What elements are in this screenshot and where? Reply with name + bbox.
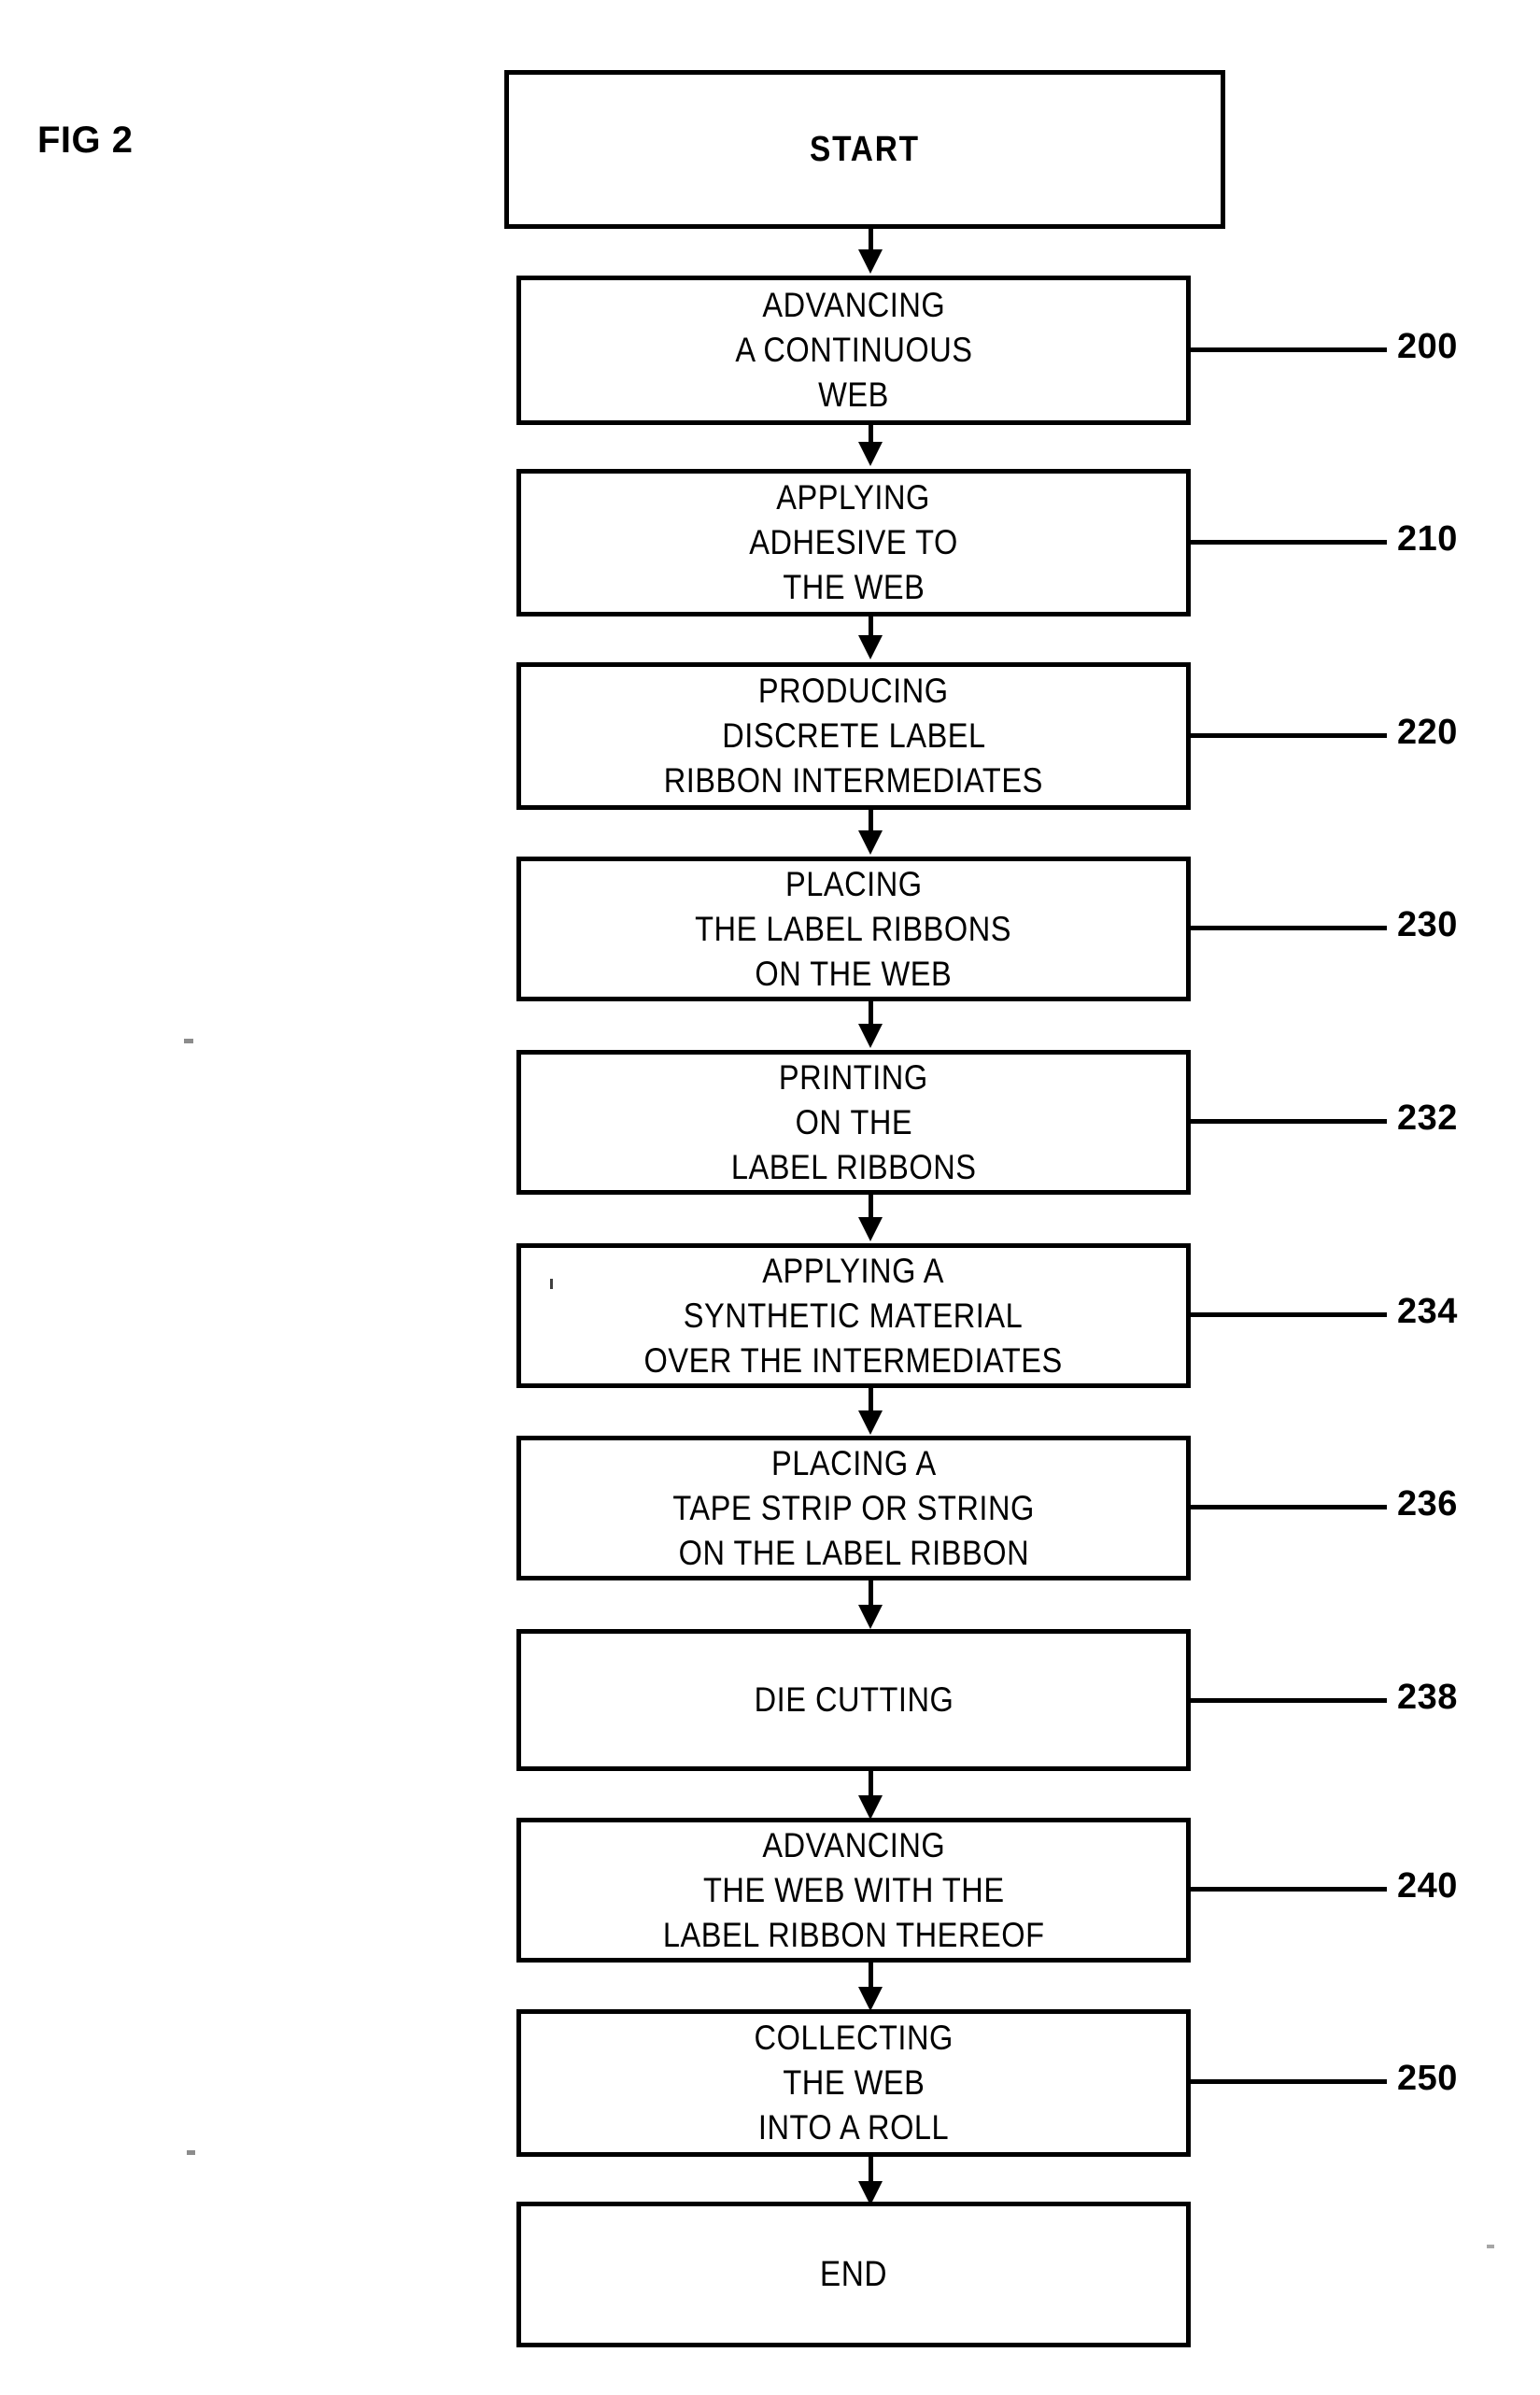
flow-node-collecting-roll-line-2: THE WEB: [782, 2063, 925, 2102]
flow-node-placing-ribbons-line-2: THE LABEL RIBBONS: [695, 909, 1012, 948]
scan-artifact-speck: [187, 2150, 195, 2155]
flow-node-applying-adhesive[interactable]: APPLYING ADHESIVE TO THE WEB: [516, 469, 1191, 616]
leader-line-236: [1191, 1505, 1387, 1509]
reference-numeral-210: 210: [1397, 519, 1458, 559]
flow-node-placing-tape-line-3: ON THE LABEL RIBBON: [678, 1533, 1029, 1572]
flow-node-placing-tape[interactable]: PLACING A TAPE STRIP OR STRING ON THE LA…: [516, 1436, 1191, 1580]
flow-node-end-line-1: END: [819, 2255, 888, 2294]
flow-node-producing-intermediates[interactable]: PRODUCING DISCRETE LABEL RIBBON INTERMED…: [516, 662, 1191, 810]
flow-node-die-cutting-line-1: DIE CUTTING: [754, 1680, 954, 1719]
flow-node-applying-synthetic-line-3: OVER THE INTERMEDIATES: [643, 1340, 1064, 1380]
reference-numeral-234: 234: [1397, 1292, 1458, 1331]
reference-numeral-238: 238: [1397, 1678, 1458, 1717]
flow-node-advancing-with-ribbon-line-3: LABEL RIBBON THEREOF: [662, 1915, 1045, 1954]
flow-node-start-line-1: START: [810, 130, 920, 169]
flow-node-collecting-roll[interactable]: COLLECTING THE WEB INTO A ROLL: [516, 2009, 1191, 2157]
flow-node-applying-adhesive-line-1: APPLYING: [776, 478, 931, 517]
flow-node-applying-synthetic-line-1: APPLYING A: [762, 1251, 945, 1290]
flow-node-producing-intermediates-line-1: PRODUCING: [758, 672, 949, 710]
flow-node-advancing-web-line-3: WEB: [818, 376, 889, 414]
leader-line-238: [1191, 1698, 1387, 1703]
flow-node-collecting-roll-line-3: INTO A ROLL: [757, 2108, 950, 2147]
leader-line-230: [1191, 926, 1387, 930]
scan-artifact-speck: [1487, 2245, 1494, 2248]
flow-node-advancing-with-ribbon[interactable]: ADVANCING THE WEB WITH THE LABEL RIBBON …: [516, 1818, 1191, 1963]
flow-node-die-cutting[interactable]: DIE CUTTING: [516, 1629, 1191, 1771]
flow-node-placing-tape-line-2: TAPE STRIP OR STRING: [672, 1488, 1035, 1527]
reference-numeral-200: 200: [1397, 327, 1458, 366]
flow-node-printing-ribbons[interactable]: PRINTING ON THE LABEL RIBBONS: [516, 1050, 1191, 1195]
reference-numeral-232: 232: [1397, 1098, 1458, 1138]
flow-node-advancing-with-ribbon-line-1: ADVANCING: [762, 1825, 945, 1864]
flow-node-applying-adhesive-line-2: ADHESIVE TO: [749, 523, 958, 561]
flow-node-advancing-web[interactable]: ADVANCING A CONTINUOUS WEB: [516, 276, 1191, 425]
figure-canvas: FIG 2 START ADVANCING A CONTINUOUS WEB 2…: [0, 0, 1540, 2395]
flow-node-placing-ribbons-line-1: PLACING: [784, 864, 923, 903]
flow-node-advancing-web-line-1: ADVANCING: [762, 286, 945, 324]
leader-line-210: [1191, 540, 1387, 545]
leader-line-240: [1191, 1887, 1387, 1892]
flow-node-end[interactable]: END: [516, 2202, 1191, 2347]
reference-numeral-230: 230: [1397, 905, 1458, 944]
reference-numeral-220: 220: [1397, 713, 1458, 752]
leader-line-234: [1191, 1312, 1387, 1317]
flow-node-advancing-with-ribbon-line-2: THE WEB WITH THE: [702, 1870, 1005, 1909]
flow-node-producing-intermediates-line-3: RIBBON INTERMEDIATES: [663, 761, 1044, 800]
leader-line-232: [1191, 1119, 1387, 1124]
flow-node-producing-intermediates-line-2: DISCRETE LABEL: [721, 716, 986, 755]
flow-node-applying-synthetic-line-2: SYNTHETIC MATERIAL: [684, 1296, 1024, 1335]
flow-node-printing-ribbons-line-1: PRINTING: [779, 1057, 928, 1097]
flow-node-printing-ribbons-line-3: LABEL RIBBONS: [730, 1147, 977, 1186]
scan-artifact-speck: [184, 1039, 193, 1043]
leader-line-220: [1191, 733, 1387, 738]
reference-numeral-240: 240: [1397, 1866, 1458, 1906]
flow-node-placing-ribbons-line-3: ON THE WEB: [755, 954, 953, 993]
flow-node-placing-ribbons[interactable]: PLACING THE LABEL RIBBONS ON THE WEB: [516, 857, 1191, 1001]
flow-node-advancing-web-line-2: A CONTINUOUS: [734, 331, 973, 369]
flow-node-placing-tape-line-1: PLACING A: [770, 1443, 937, 1482]
reference-numeral-236: 236: [1397, 1484, 1458, 1523]
flow-node-start[interactable]: START: [504, 70, 1225, 229]
leader-line-200: [1191, 347, 1387, 352]
flow-node-printing-ribbons-line-2: ON THE: [795, 1102, 912, 1141]
scan-artifact-speck: [550, 1279, 553, 1289]
flow-node-collecting-roll-line-1: COLLECTING: [754, 2019, 954, 2057]
figure-label: FIG 2: [37, 120, 134, 161]
reference-numeral-250: 250: [1397, 2059, 1458, 2098]
flow-node-applying-adhesive-line-3: THE WEB: [782, 568, 925, 606]
flow-node-applying-synthetic[interactable]: APPLYING A SYNTHETIC MATERIAL OVER THE I…: [516, 1243, 1191, 1388]
leader-line-250: [1191, 2079, 1387, 2084]
